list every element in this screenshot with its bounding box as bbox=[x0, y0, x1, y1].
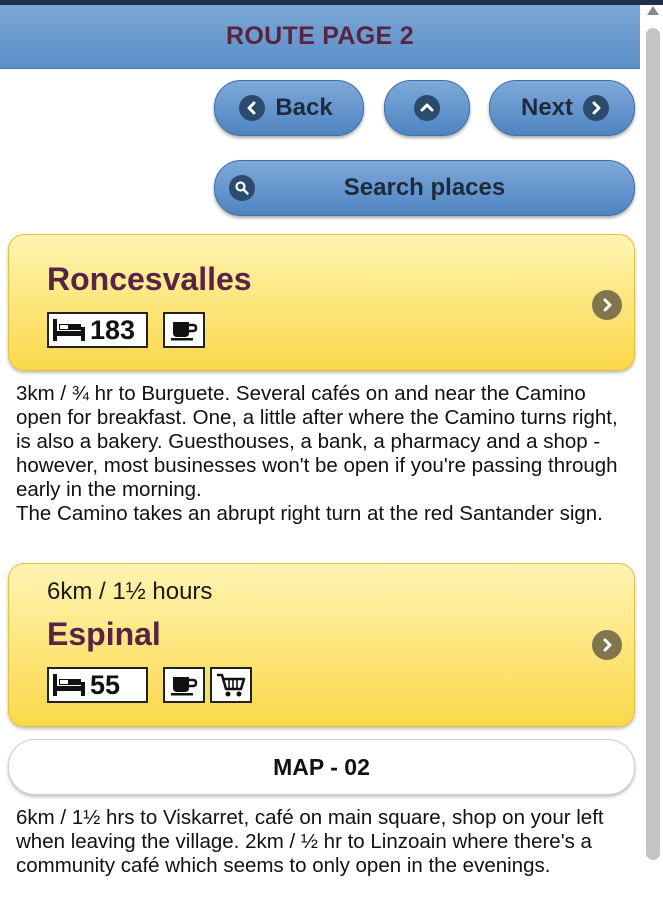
cafe-amenity-box bbox=[163, 667, 205, 703]
chevron-right-icon[interactable] bbox=[592, 630, 622, 660]
distance-label: 6km / 1½ hours bbox=[47, 578, 213, 605]
map-button-label: MAP - 02 bbox=[273, 753, 370, 780]
search-icon bbox=[229, 175, 255, 201]
place-card-espinal[interactable]: 6km / 1½ hours Espinal 55 bbox=[8, 563, 635, 727]
page-header: ROUTE PAGE 2 bbox=[0, 5, 640, 69]
search-places-button[interactable]: Search places bbox=[214, 160, 635, 216]
next-button-label: Next bbox=[520, 94, 574, 121]
cafe-icon bbox=[171, 677, 198, 696]
beds-count: 55 bbox=[90, 669, 121, 700]
bed-icon bbox=[53, 674, 85, 696]
back-button-label: Back bbox=[275, 94, 333, 121]
back-button[interactable]: Back bbox=[214, 80, 364, 136]
scrollbar-thumb[interactable] bbox=[646, 28, 660, 860]
route-description-2: 6km / 1½ hrs to Viskarret, café on main … bbox=[16, 806, 626, 878]
bed-icon bbox=[53, 319, 85, 341]
next-button[interactable]: Next bbox=[489, 80, 635, 136]
place-card-roncesvalles[interactable]: Roncesvalles 183 bbox=[8, 234, 635, 371]
chevron-right-icon[interactable] bbox=[592, 290, 622, 320]
shop-cart-icon bbox=[217, 673, 246, 697]
route-description-1: 3km / ¾ hr to Burguete. Several cafés on… bbox=[16, 382, 626, 526]
beds-count-box: 55 bbox=[47, 667, 148, 703]
description-paragraph: 3km / ¾ hr to Burguete. Several cafés on… bbox=[16, 382, 618, 501]
chevron-right-icon bbox=[583, 95, 610, 121]
cafe-icon bbox=[171, 322, 198, 341]
place-name: Espinal bbox=[47, 616, 161, 652]
beds-count-box: 183 bbox=[47, 312, 148, 348]
top-button[interactable] bbox=[384, 80, 470, 136]
search-button-label: Search places bbox=[343, 174, 506, 201]
scroll-up-arrow-icon[interactable] bbox=[647, 6, 659, 15]
description-paragraph: 6km / 1½ hrs to Viskarret, café on main … bbox=[16, 806, 604, 877]
chevron-up-icon bbox=[414, 95, 440, 121]
cafe-amenity-box bbox=[163, 312, 205, 348]
place-name: Roncesvalles bbox=[47, 261, 252, 297]
chevron-left-icon bbox=[239, 95, 266, 121]
description-paragraph: The Camino takes an abrupt right turn at… bbox=[16, 502, 603, 525]
page-title: ROUTE PAGE 2 bbox=[226, 22, 414, 50]
shop-amenity-box bbox=[210, 667, 252, 703]
map-button[interactable]: MAP - 02 bbox=[8, 739, 635, 795]
beds-count: 183 bbox=[90, 314, 136, 345]
